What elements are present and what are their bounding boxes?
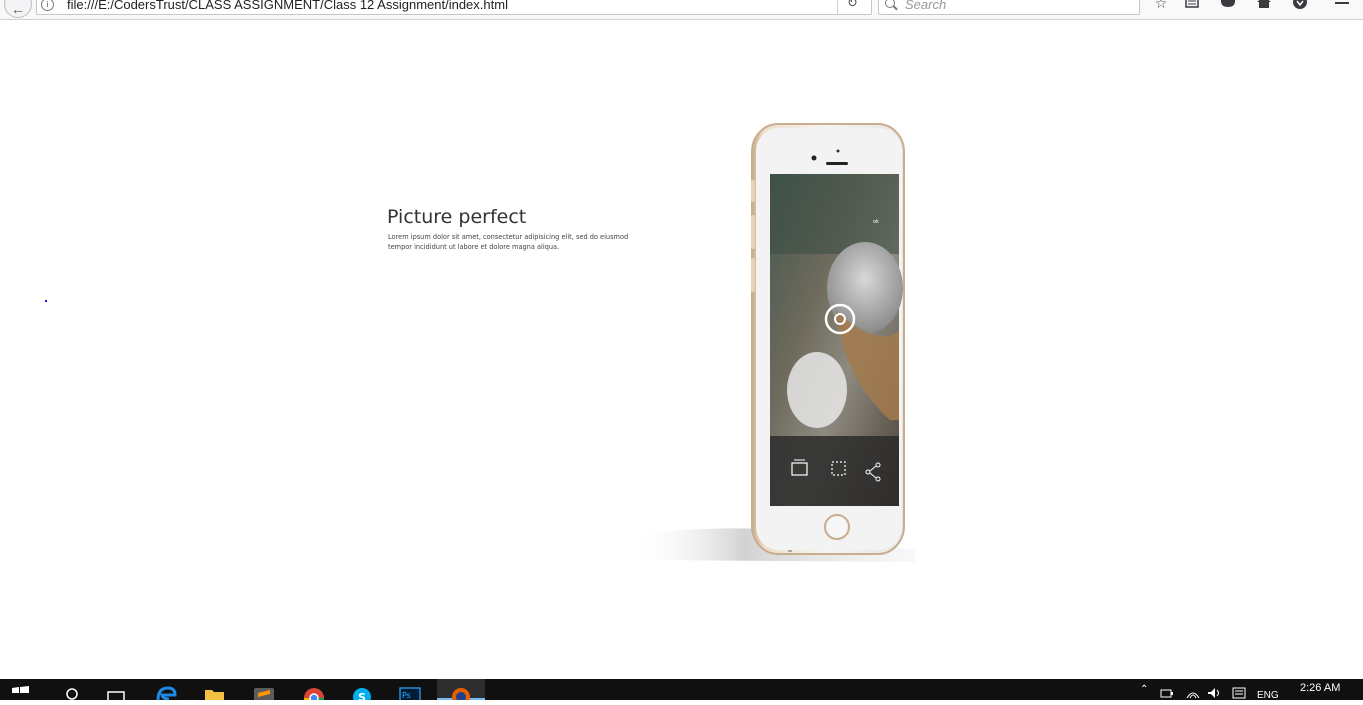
taskbar-app-chrome[interactable] (290, 679, 338, 705)
photoshop-icon: Ps (399, 687, 421, 703)
taskbar-app-skype[interactable]: S (338, 679, 386, 705)
svg-text:Ps: Ps (402, 691, 411, 700)
back-button[interactable]: ← (4, 0, 32, 18)
search-icon (885, 0, 895, 8)
taskbar-app-explorer[interactable] (190, 679, 238, 700)
taskbar-app-firefox[interactable] (437, 679, 485, 705)
feature-description: Lorem ipsum dolor sit amet, consectetur … (388, 233, 629, 251)
task-view-icon (107, 691, 125, 703)
clock-time[interactable]: 2:26 AM (1300, 682, 1340, 694)
address-bar-divider (837, 0, 838, 14)
feature-title: Picture perfect (387, 206, 527, 228)
reading-list-icon[interactable] (1183, 0, 1201, 12)
pocket-icon[interactable] (1219, 0, 1237, 12)
cortana-search-button[interactable] (48, 679, 96, 700)
task-view-button[interactable] (94, 679, 142, 703)
taskbar-app-edge[interactable] (142, 679, 190, 701)
volume-icon[interactable] (1207, 687, 1221, 699)
battery-icon[interactable] (1160, 687, 1174, 699)
search-placeholder: Search (905, 0, 947, 12)
menu-icon[interactable] (1333, 0, 1351, 12)
bookmark-star-icon[interactable]: ☆ (1152, 0, 1170, 12)
url-text[interactable]: file:///E:/CodersTrust/CLASS ASSIGNMENT/… (67, 0, 508, 12)
skype-icon: S (353, 688, 371, 705)
stray-dot (45, 300, 47, 302)
phone-status: ok (873, 219, 879, 225)
file-explorer-icon (205, 690, 224, 700)
browser-toolbar: ← i file:///E:/CodersTrust/CLASS ASSIGNM… (0, 0, 1363, 20)
taskbar-app-photoshop[interactable]: Ps (386, 679, 434, 703)
wifi-icon[interactable] (1186, 687, 1200, 699)
address-bar[interactable]: i file:///E:/CodersTrust/CLASS ASSIGNMEN… (36, 0, 872, 15)
home-icon[interactable] (1255, 0, 1273, 12)
tray-chevron-icon[interactable]: ⌃ (1140, 684, 1148, 695)
home-button (824, 514, 850, 540)
windows-start-icon (12, 686, 29, 693)
downloads-icon[interactable] (1291, 0, 1309, 12)
chrome-icon (303, 688, 325, 705)
start-button[interactable] (0, 679, 48, 700)
svg-text:S: S (358, 691, 366, 700)
phone-image: ok (630, 120, 920, 565)
back-icon: ← (11, 1, 25, 17)
taskbar-app-sublime[interactable] (240, 679, 288, 702)
edge-icon (156, 686, 177, 701)
language-indicator[interactable]: ENG (1257, 690, 1279, 701)
search-bar[interactable]: Search (878, 0, 1140, 15)
taskbar: S Ps ⌃ ENG 2:26 AM (0, 679, 1363, 705)
sublime-text-icon (254, 688, 274, 702)
action-center-icon[interactable] (1232, 687, 1246, 699)
firefox-icon (452, 688, 470, 705)
reload-icon[interactable]: ↻ (847, 0, 858, 11)
cortana-search-icon (66, 688, 78, 700)
info-icon[interactable]: i (41, 0, 54, 11)
